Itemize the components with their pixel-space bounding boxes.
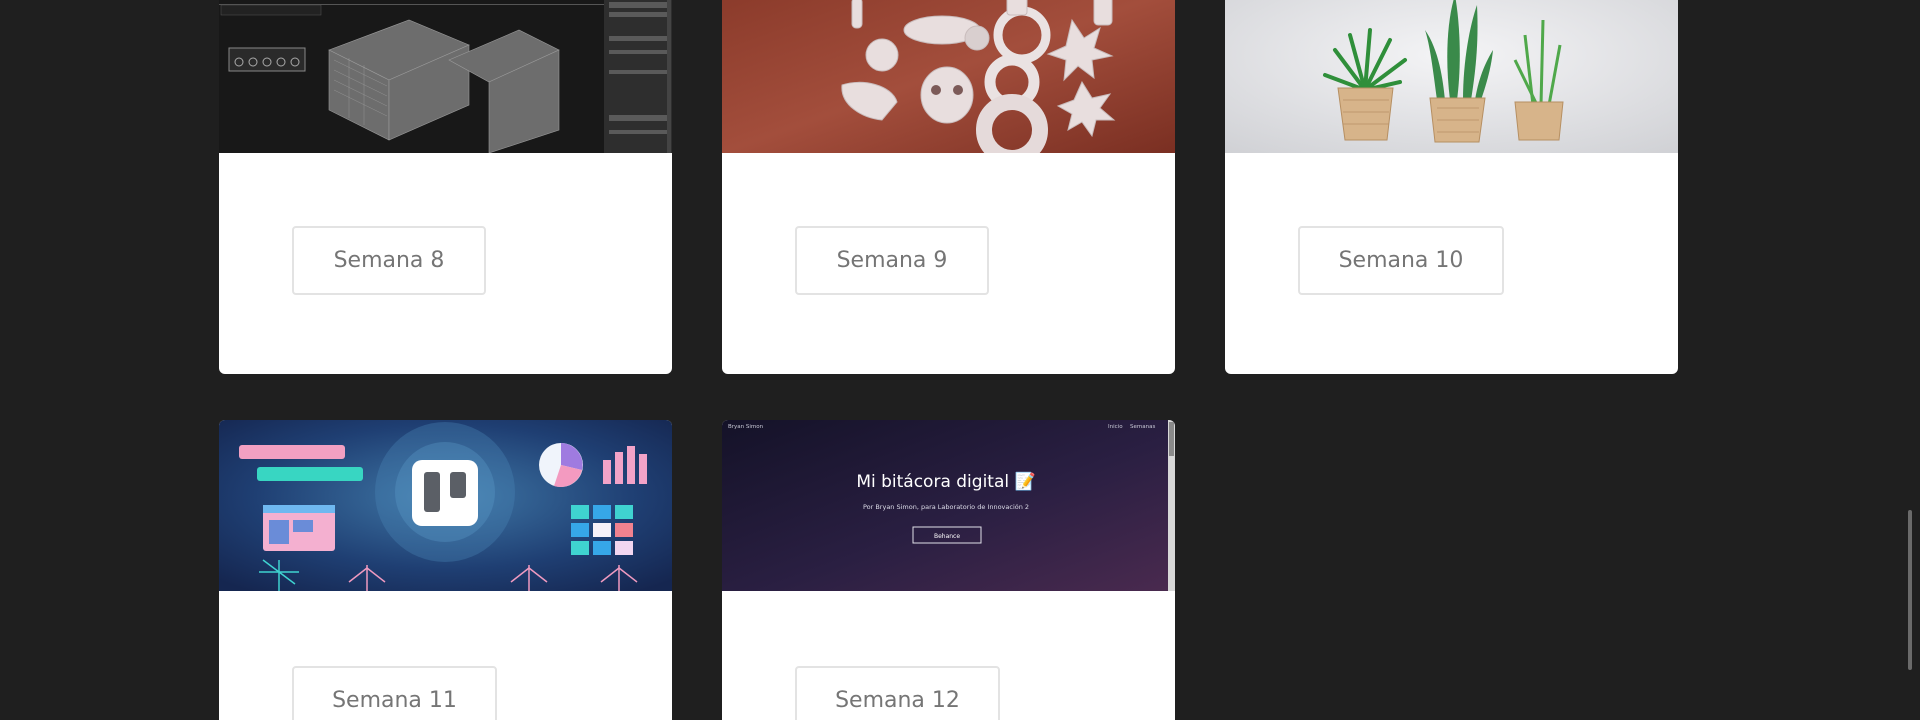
card-semana-11: Semana 11 xyxy=(219,420,672,720)
blog-subtitle: Por Bryan Simon, para Laboratorio de Inn… xyxy=(863,503,1029,511)
blog-behance-button[interactable]: Behance xyxy=(934,533,960,540)
blog-nav-semanas[interactable]: Semanas xyxy=(1130,424,1155,430)
card-image-trello[interactable] xyxy=(219,420,672,591)
card-semana-8: Semana 8 xyxy=(219,0,672,374)
semana-9-button[interactable]: Semana 9 xyxy=(795,226,989,295)
card-semana-10: Semana 10 xyxy=(1225,0,1678,374)
semana-10-button[interactable]: Semana 10 xyxy=(1298,226,1504,295)
card-image-3d-modeling[interactable] xyxy=(219,0,672,153)
card-semana-12: Bryan Simon Inicio Semanas Mi bitácora d… xyxy=(722,420,1175,720)
page-scrollbar[interactable] xyxy=(1908,510,1912,670)
card-image-planters[interactable] xyxy=(1225,0,1678,153)
semana-12-button[interactable]: Semana 12 xyxy=(795,666,1000,720)
semana-11-button[interactable]: Semana 11 xyxy=(292,666,497,720)
blog-heading: Mi bitácora digital 📝 xyxy=(856,471,1035,492)
page: Semana 8 Semana 9 Semana 10 Semana 11 Br… xyxy=(0,0,1920,720)
semana-8-button[interactable]: Semana 8 xyxy=(292,226,486,295)
blog-brand[interactable]: Bryan Simon xyxy=(728,424,764,430)
card-image-blog[interactable]: Bryan Simon Inicio Semanas Mi bitácora d… xyxy=(722,420,1175,591)
card-image-3d-prints[interactable] xyxy=(722,0,1175,153)
blog-nav-inicio[interactable]: Inicio xyxy=(1108,424,1123,430)
card-semana-9: Semana 9 xyxy=(722,0,1175,374)
